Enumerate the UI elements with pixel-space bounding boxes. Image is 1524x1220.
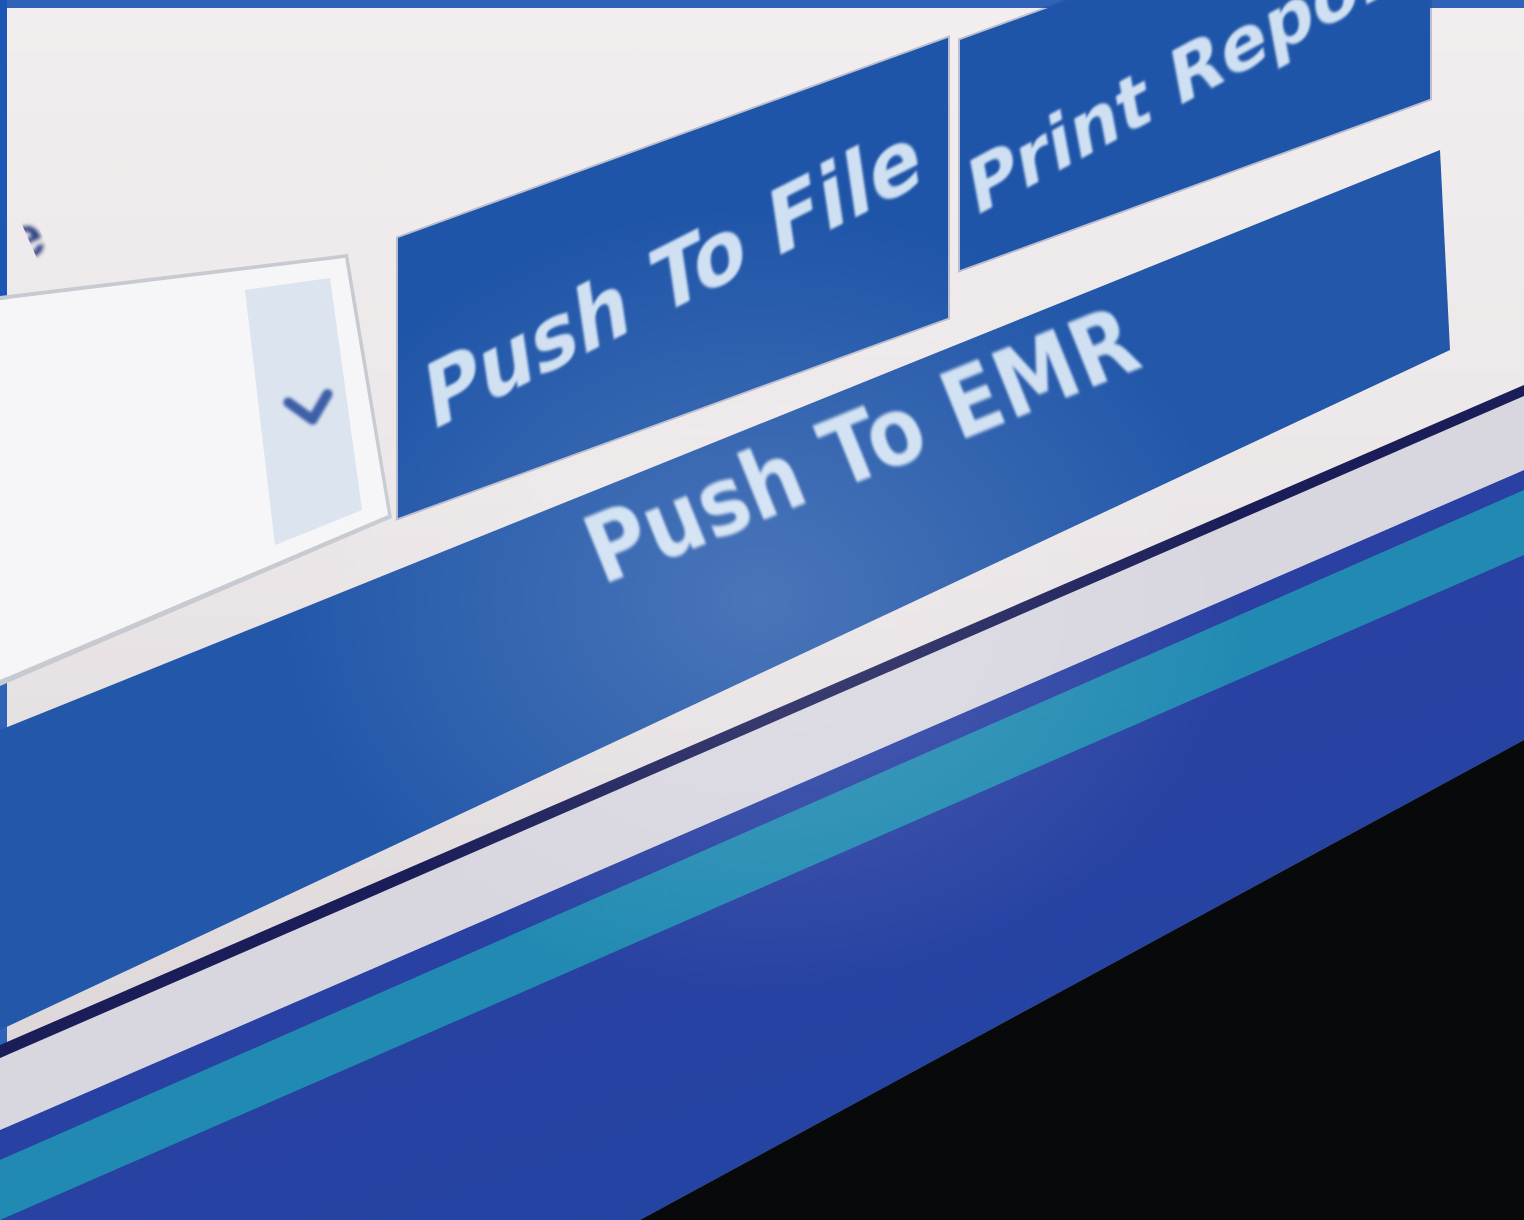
app-window: e Push To EMR Push To File Print Report — [0, 0, 1524, 1220]
chevron-down-icon[interactable] — [277, 375, 343, 441]
window-left-frame-highlight — [0, 0, 7, 310]
field-label-fragment: e — [0, 202, 55, 275]
